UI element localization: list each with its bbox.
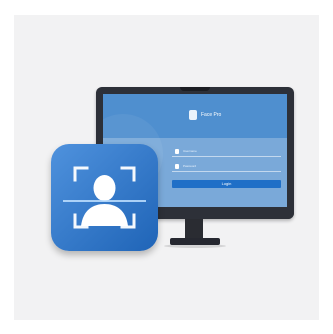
lock-icon	[175, 164, 179, 169]
face-recognition-icon	[51, 144, 158, 251]
scan-corner-top-left	[73, 166, 89, 182]
app-header: Face Pro	[103, 94, 287, 194]
scan-corner-top-right	[120, 166, 136, 182]
app-title: Face Pro	[201, 112, 222, 118]
password-field[interactable]: Password	[172, 162, 281, 172]
login-panel: Username Password Login	[172, 147, 281, 199]
monitor-stand-neck	[185, 219, 203, 239]
username-field[interactable]: Username	[172, 147, 281, 157]
monitor-stand-base	[170, 238, 220, 245]
user-icon	[175, 149, 179, 154]
face-scan-graphic	[63, 166, 146, 229]
scan-line	[63, 200, 146, 202]
username-placeholder: Username	[183, 149, 197, 153]
monitor-notch	[180, 87, 210, 91]
app-logo-icon	[189, 110, 197, 120]
password-placeholder: Password	[183, 164, 197, 168]
login-button[interactable]: Login	[172, 180, 281, 188]
